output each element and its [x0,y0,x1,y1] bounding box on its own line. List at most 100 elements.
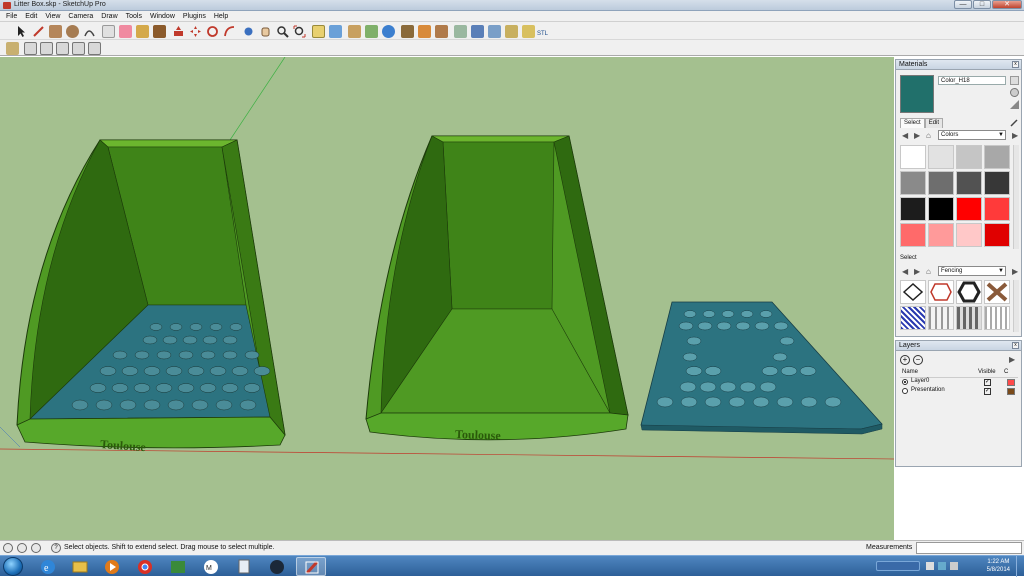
menu-draw[interactable]: Draw [97,11,121,21]
fencing-swatch[interactable] [928,280,954,304]
forward-arrow-icon[interactable]: ▶ [914,267,920,276]
fencing-scrollbar[interactable] [1013,280,1019,332]
color-swatch[interactable] [900,171,926,195]
color-swatch[interactable] [900,223,926,247]
left-litter-box[interactable]: Toulouse [16,139,286,454]
zoom-tool-icon[interactable] [276,25,289,38]
geo-location-icon[interactable] [3,543,13,553]
active-layer-radio[interactable] [902,388,908,394]
fencing-swatch[interactable] [984,306,1010,330]
color-swatch[interactable] [956,145,982,169]
forward-arrow-icon[interactable]: ▶ [914,131,920,140]
pan-tool-icon[interactable] [259,25,272,38]
menu-plugins[interactable]: Plugins [179,11,210,21]
warehouse-icon[interactable] [312,25,325,38]
material-name-field[interactable]: Color_H18 [938,76,1006,85]
color-swatch[interactable] [928,171,954,195]
extension-5-icon[interactable] [522,25,535,38]
back-view-icon[interactable] [72,42,85,55]
color-swatch[interactable] [984,171,1010,195]
sifting-grate[interactable] [640,301,883,435]
tray-icon[interactable] [926,562,934,570]
panel-close-icon[interactable]: x [1012,342,1019,349]
back-arrow-icon[interactable]: ◀ [902,267,908,276]
color-swatch[interactable] [984,197,1010,221]
tab-select[interactable]: Select [900,118,925,128]
middle-litter-box[interactable]: Toulouse [365,135,629,443]
layer-row[interactable]: Presentation ✓ [900,387,1018,396]
extension-4-icon[interactable] [505,25,518,38]
components-icon[interactable] [401,25,414,38]
menu-camera[interactable]: Camera [64,11,97,21]
menu-file[interactable]: File [2,11,21,21]
right-view-icon[interactable] [56,42,69,55]
help-icon[interactable]: ? [51,543,61,553]
arc-tool-icon[interactable] [83,25,96,38]
back-arrow-icon[interactable]: ◀ [902,131,908,140]
iso-view-icon[interactable] [6,42,19,55]
eraser-tool-icon[interactable] [119,25,132,38]
select-tool-icon[interactable] [14,25,27,38]
media-player-icon[interactable] [97,557,127,576]
google-earth-icon[interactable] [382,25,395,38]
share-model-icon[interactable] [329,25,342,38]
add-layer-icon[interactable]: + [900,355,910,365]
create-material-icon[interactable] [1010,88,1019,97]
details-arrow-icon[interactable]: ▶ [1012,131,1018,140]
user-icon[interactable] [31,543,41,553]
chrome-icon[interactable] [130,557,160,576]
layer-color-swatch[interactable] [1007,388,1015,395]
color-swatch[interactable] [956,197,982,221]
maximize-button[interactable]: □ [973,0,991,9]
menu-window[interactable]: Window [146,11,179,21]
steam-icon[interactable] [262,557,292,576]
menu-help[interactable]: Help [210,11,232,21]
offset-tool-icon[interactable] [223,25,236,38]
extension-3-icon[interactable] [488,25,501,38]
zoom-extents-icon[interactable] [293,25,306,38]
add-location-icon[interactable] [348,25,361,38]
toggle-terrain-icon[interactable] [365,25,378,38]
swatch-scrollbar[interactable] [1013,145,1019,249]
home-icon[interactable]: ⌂ [926,131,931,140]
show-secondary-pane-icon[interactable] [1010,76,1019,85]
visible-checkbox[interactable]: ✓ [984,388,991,395]
extension-1-icon[interactable] [454,25,467,38]
internet-explorer-icon[interactable]: e [33,557,63,576]
move-tool-icon[interactable] [189,25,202,38]
tape-measure-icon[interactable] [136,25,149,38]
make-component-icon[interactable] [102,25,115,38]
default-material-icon[interactable] [1010,100,1019,109]
modeling-viewport[interactable]: Toulouse Toulouse [0,57,894,540]
menu-tools[interactable]: Tools [122,11,146,21]
taskbar-clock[interactable]: 1:22 AM 5/8/2014 [987,558,1010,574]
panel-close-icon[interactable]: x [1012,61,1019,68]
volume-icon[interactable] [950,562,958,570]
materials-browser-icon[interactable] [418,25,431,38]
collection-dropdown-2[interactable]: Fencing ▼ [938,266,1006,276]
fencing-swatch[interactable] [900,280,926,304]
color-swatch[interactable] [928,197,954,221]
orbit-tool-icon[interactable] [242,25,255,38]
tab-edit[interactable]: Edit [924,118,944,128]
line-tool-icon[interactable] [32,25,45,38]
fencing-swatch[interactable] [900,306,926,330]
color-swatch[interactable] [956,223,982,247]
fencing-swatch[interactable] [956,280,982,304]
minimize-button[interactable]: — [954,0,972,9]
rotate-tool-icon[interactable] [206,25,219,38]
media-controls[interactable] [876,561,920,571]
makerware-icon[interactable]: M [196,557,226,576]
document-icon[interactable] [229,557,259,576]
fencing-swatch[interactable] [928,306,954,330]
sample-paint-icon[interactable] [1010,118,1019,127]
push-pull-icon[interactable] [172,25,185,38]
start-button[interactable] [3,557,23,576]
color-swatch[interactable] [900,145,926,169]
color-swatch[interactable] [984,145,1010,169]
layer-color-swatch[interactable] [1007,379,1015,386]
color-swatch[interactable] [900,197,926,221]
details-arrow-icon[interactable]: ▶ [1012,267,1018,276]
measurements-input[interactable] [916,542,1022,554]
top-view-icon[interactable] [24,42,37,55]
